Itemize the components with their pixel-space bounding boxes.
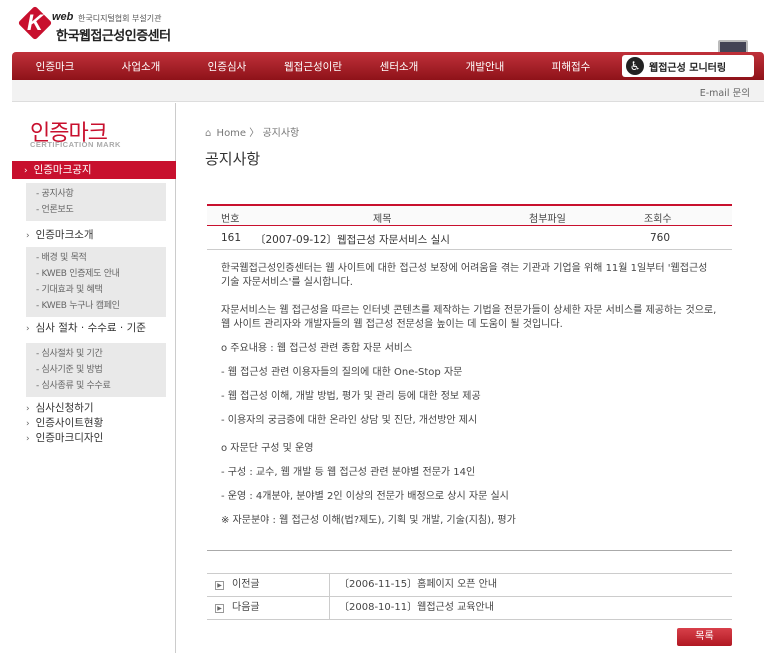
home-icon: ⌂ <box>205 128 212 139</box>
gnb-item-cert-mark[interactable]: 인증마크 <box>12 59 98 74</box>
menu-mark-design[interactable]: › 인증마크디자인 <box>12 430 176 445</box>
col-attach: 첨부파일 <box>529 214 566 225</box>
submenu-review: - 심사절차 및 기간 - 심사기준 및 방법 - 심사종류 및 수수료 <box>26 343 166 397</box>
menu-review-process[interactable]: › 심사 절차 · 수수료 · 기준 <box>12 320 176 335</box>
arrow-right-icon: ▶ <box>215 604 224 613</box>
gnb-item-center[interactable]: 센터소개 <box>356 59 442 74</box>
gnb-item-accessibility[interactable]: 웹접근성이란 <box>270 59 356 74</box>
notice-board: 번호 제목 첨부파일 조회수 161 〔2007-09-12〕웹접근성 자문서비… <box>207 204 732 551</box>
global-nav: 인증마크 사업소개 인증심사 웹접근성이란 센터소개 개발안내 피해접수 ♿ 웹… <box>12 52 764 80</box>
monitoring-label: 웹접근성 모니터링 <box>649 62 727 74</box>
menu-label: 심사 절차 · 수수료 · 기준 <box>35 322 146 334</box>
menu-label: 인증사이트현황 <box>35 417 104 429</box>
table-row: 161 〔2007-09-12〕웹접근성 자문서비스 실시 760 <box>207 226 732 250</box>
chevron-right-icon: › <box>24 166 28 176</box>
menu-cert-sites[interactable]: › 인증사이트현황 <box>12 415 176 430</box>
chevron-right-icon: › <box>26 419 30 429</box>
menu-cert-intro[interactable]: › 인증마크소개 <box>12 227 176 242</box>
submenu-item-fee[interactable]: - 심사종류 및 수수료 <box>36 378 166 394</box>
breadcrumb-current: 공지사항 <box>262 128 300 139</box>
chevron-right-icon: › <box>26 324 30 334</box>
monitoring-button[interactable]: ♿ 웹접근성 모니터링 <box>622 55 754 77</box>
menu-label: 인증마크소개 <box>35 229 94 241</box>
post-navigation: ▶ 이전글 〔2006-11-15〕홈페이지 오픈 안내 ▶ 다음글 〔2008-1… <box>207 573 732 620</box>
breadcrumb-separator: 〉 <box>249 128 260 139</box>
breadcrumb: ⌂ Home 〉 공지사항 <box>205 124 299 139</box>
menu-label: 인증마크공지 <box>33 164 92 176</box>
row-no: 161 <box>221 232 242 244</box>
article-paragraph: - 이용자의 궁금증에 대한 온라인 상담 및 진단, 개선방안 제시 <box>221 415 478 426</box>
col-subject: 제목 <box>373 214 392 225</box>
next-post-title[interactable]: 〔2008-10-11〕웹접근성 교육안내 <box>339 597 494 619</box>
submenu-item-notice[interactable]: - 공지사항 <box>36 186 166 202</box>
left-nav: 인증마크 CERTIFICATION MARK › 인증마크공지 - 공지사항 -… <box>12 103 176 653</box>
menu-cert-notice[interactable]: › 인증마크공지 <box>12 161 176 179</box>
next-label-text: 다음글 <box>232 602 260 613</box>
org-title: 한국웹접근성인증센터 <box>56 29 171 44</box>
article-paragraph: - 운영 : 4개분야, 분야별 2인 이상의 전문가 배정으로 상시 자문 실… <box>221 491 509 502</box>
org-subtitle: 한국디지털협회 부설기관 <box>78 14 162 23</box>
submenu-item-background[interactable]: - 배경 및 목적 <box>36 250 166 266</box>
submenu-item-benefits[interactable]: - 기대효과 및 혜택 <box>36 282 166 298</box>
article-paragraph: - 웹 접근성 관련 이용자들의 질의에 대한 One-Stop 자문 <box>221 367 463 378</box>
article-paragraph: o 자문단 구성 및 운영 <box>221 443 314 454</box>
prev-post-title[interactable]: 〔2006-11-15〕홈페이지 오픈 안내 <box>339 574 497 596</box>
menu-apply[interactable]: › 심사신청하기 <box>12 400 176 415</box>
article-body: 한국웹접근성인증센터는 웹 사이트에 대한 접근성 보장에 어려움을 겪는 기관… <box>207 250 732 551</box>
next-post-label[interactable]: ▶ 다음글 <box>207 597 330 619</box>
submenu-item-press[interactable]: - 언론보도 <box>36 202 166 218</box>
submenu-item-kweb-guide[interactable]: - KWEB 인증제도 안내 <box>36 266 166 282</box>
list-button[interactable]: 목록 <box>677 628 732 646</box>
site-logo[interactable]: K web 한국디지털협회 부설기관 한국웹접근성인증센터 <box>17 5 178 44</box>
lnb-subtitle: CERTIFICATION MARK <box>30 140 121 149</box>
wheelchair-icon: ♿ <box>626 57 644 75</box>
article-paragraph: o 주요내용 : 웹 접근성 관련 종합 자문 서비스 <box>221 343 413 354</box>
chevron-right-icon: › <box>26 231 30 241</box>
submenu-notice: - 공지사항 - 언론보도 <box>26 183 166 221</box>
row-views: 760 <box>650 232 671 244</box>
submenu-item-campaign[interactable]: - KWEB 누구나 캠페인 <box>36 298 166 314</box>
submenu-intro: - 배경 및 목적 - KWEB 인증제도 안내 - 기대효과 및 혜택 - K… <box>26 247 166 317</box>
next-post-row: ▶ 다음글 〔2008-10-11〕웹접근성 교육안내 <box>207 597 732 620</box>
article-paragraph: 한국웹접근성인증센터는 웹 사이트에 대한 접근성 보장에 어려움을 겪는 기관… <box>221 263 708 288</box>
board-header: 번호 제목 첨부파일 조회수 <box>207 204 732 226</box>
prev-post-label[interactable]: ▶ 이전글 <box>207 574 330 596</box>
sub-bar: E-mail 문의 <box>12 80 764 102</box>
logo-k: K <box>27 10 43 35</box>
article-paragraph: 자문서비스는 웹 접근성을 따르는 인터넷 콘텐츠를 제작하는 기법을 전문가들… <box>221 305 717 330</box>
gnb-item-review[interactable]: 인증심사 <box>184 59 270 74</box>
prev-label-text: 이전글 <box>232 579 260 590</box>
prev-post-row: ▶ 이전글 〔2006-11-15〕홈페이지 오픈 안내 <box>207 574 732 597</box>
submenu-item-period[interactable]: - 심사절차 및 기간 <box>36 346 166 362</box>
submenu-item-criteria[interactable]: - 심사기준 및 방법 <box>36 362 166 378</box>
article-paragraph: - 웹 접근성 이해, 개발 방법, 평가 및 관리 등에 대한 정보 제공 <box>221 391 481 402</box>
gnb-item-dev[interactable]: 개발안내 <box>442 59 528 74</box>
menu-label: 인증마크디자인 <box>35 432 104 444</box>
arrow-right-icon: ▶ <box>215 581 224 590</box>
gnb-item-report[interactable]: 피해접수 <box>528 59 614 74</box>
menu-label: 심사신청하기 <box>35 402 94 414</box>
row-subject: 〔2007-09-12〕웹접근성 자문서비스 실시 <box>255 234 450 246</box>
article-paragraph: - 구성 : 교수, 웹 개발 등 웹 접근성 관련 분야별 전문가 14인 <box>221 467 476 478</box>
email-link[interactable]: E-mail 문의 <box>700 85 750 99</box>
gnb-item-business[interactable]: 사업소개 <box>98 59 184 74</box>
article-paragraph: ※ 자문분야 : 웹 접근성 이해(법?제도), 기획 및 개발, 기술(지침)… <box>221 515 516 526</box>
chevron-right-icon: › <box>26 404 30 414</box>
breadcrumb-home[interactable]: Home <box>217 128 247 139</box>
col-no: 번호 <box>221 214 240 225</box>
col-views: 조회수 <box>644 214 672 225</box>
chevron-right-icon: › <box>26 434 30 444</box>
logo-web: web <box>52 11 74 23</box>
page-title: 공지사항 <box>205 150 261 168</box>
